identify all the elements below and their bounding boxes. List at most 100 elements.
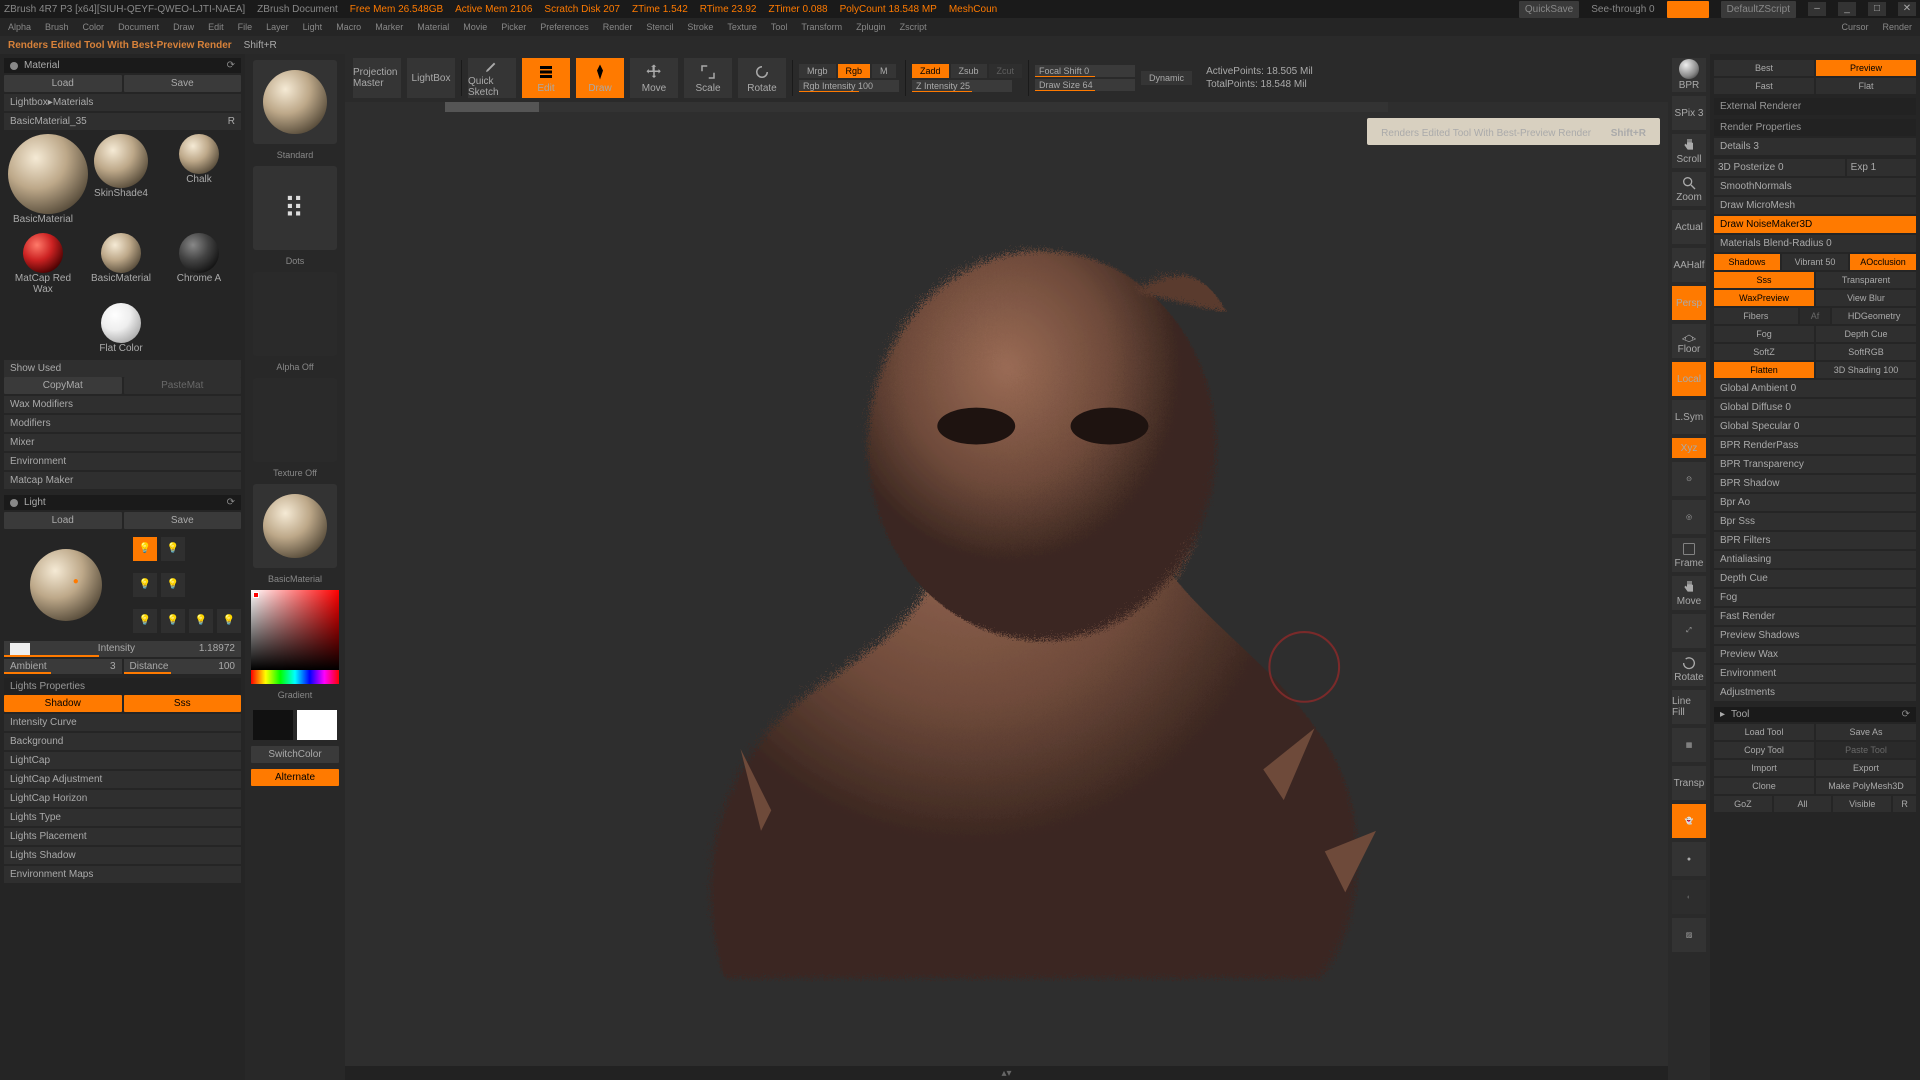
zadd-button[interactable]: Zadd (912, 64, 949, 78)
make-polymesh-button[interactable]: Make PolyMesh3D (1816, 778, 1916, 794)
lights-properties-header[interactable]: Lights Properties (4, 678, 241, 695)
micromesh-toggle[interactable]: Draw MicroMesh (1714, 197, 1916, 214)
close-icon[interactable]: ✕ (1898, 2, 1916, 16)
stroke-thumb[interactable]: ⠿ (253, 166, 337, 250)
menu-file[interactable]: File (238, 22, 253, 32)
z-intensity-slider[interactable]: Z Intensity 25 (912, 80, 1012, 92)
section-environment[interactable]: Environment (4, 453, 241, 470)
section-bpr-ao[interactable]: Bpr Ao (1714, 494, 1916, 511)
sss-toggle[interactable]: Sss (1714, 272, 1814, 288)
section-environment-maps[interactable]: Environment Maps (4, 866, 241, 883)
gradient-label[interactable]: Gradient (278, 690, 313, 700)
section-antialiasing[interactable]: Antialiasing (1714, 551, 1916, 568)
section-preview-shadows[interactable]: Preview Shadows (1714, 627, 1916, 644)
linefill-button[interactable]: Line Fill (1672, 690, 1706, 724)
copy-tool-button[interactable]: Copy Tool (1714, 742, 1814, 758)
zsub-button[interactable]: Zsub (951, 64, 987, 78)
tool-panel-header[interactable]: ▸ Tool ⟳ (1714, 707, 1916, 722)
scale-button[interactable]: ⤢ (1672, 614, 1706, 648)
actual-button[interactable]: Actual (1672, 210, 1706, 244)
fibers-toggle[interactable]: Fibers (1714, 308, 1798, 324)
render-properties[interactable]: Render Properties (1714, 119, 1916, 136)
details-slider[interactable]: Details 3 (1714, 138, 1916, 155)
dynamic-button[interactable]: ◐ (1672, 880, 1706, 914)
menu-preferences[interactable]: Preferences (540, 22, 589, 32)
light-load-button[interactable]: Load (4, 512, 122, 529)
section-environment[interactable]: Environment (1714, 665, 1916, 682)
noisemaker-toggle[interactable]: Draw NoiseMaker3D (1714, 216, 1916, 233)
light-8-toggle[interactable]: 💡 (217, 609, 241, 633)
light-4-toggle[interactable]: 💡 (161, 573, 185, 597)
draw-mode-button[interactable]: Draw (576, 58, 624, 98)
menu-marker[interactable]: Marker (375, 22, 403, 32)
pastemat-button[interactable]: PasteMat (124, 377, 242, 394)
minimize-icon[interactable]: _ (1838, 2, 1856, 16)
external-renderer[interactable]: External Renderer (1714, 98, 1916, 115)
color-picker[interactable] (251, 590, 339, 684)
light-5-toggle[interactable]: 💡 (133, 609, 157, 633)
primary-color-swatch[interactable] (297, 710, 337, 740)
shadows-toggle[interactable]: Shadows (1714, 254, 1780, 270)
section-wax-modifiers[interactable]: Wax Modifiers (4, 396, 241, 413)
menu-layer[interactable]: Layer (266, 22, 289, 32)
preview-button[interactable]: Preview (1816, 60, 1916, 76)
section-preview-wax[interactable]: Preview Wax (1714, 646, 1916, 663)
menus-toggle[interactable]: Menus (1667, 1, 1709, 18)
paste-tool-button[interactable]: Paste Tool (1816, 742, 1916, 758)
save-as-button[interactable]: Save As (1816, 724, 1916, 740)
rotate-mode-button[interactable]: Rotate (738, 58, 786, 98)
viewblur-toggle[interactable]: View Blur (1816, 290, 1916, 306)
pin-icon[interactable] (10, 62, 18, 70)
aocclusion-toggle[interactable]: AOcclusion (1850, 254, 1916, 270)
local-button[interactable]: Local (1672, 362, 1706, 396)
material-swatch[interactable]: Chalk (164, 134, 234, 225)
persp-button[interactable]: Persp (1672, 286, 1706, 320)
load-tool-button[interactable]: Load Tool (1714, 724, 1814, 740)
light-1-toggle[interactable]: 💡 (133, 537, 157, 561)
menu-zplugin[interactable]: Zplugin (856, 22, 886, 32)
right-render[interactable]: Render (1882, 22, 1912, 32)
hdgeo-toggle[interactable]: HDGeometry (1832, 308, 1916, 324)
goz-r-button[interactable]: R (1893, 796, 1916, 812)
draw-size-slider[interactable]: Draw Size 64 (1035, 79, 1135, 91)
menu-color[interactable]: Color (83, 22, 105, 32)
pin-icon[interactable] (10, 499, 18, 507)
export-button[interactable]: Export (1816, 760, 1916, 776)
fog-toggle[interactable]: Fog (1714, 326, 1814, 342)
light-save-button[interactable]: Save (124, 512, 242, 529)
exp-slider[interactable]: Exp 1 (1847, 159, 1916, 176)
transparent-toggle[interactable]: Transparent (1816, 272, 1916, 288)
lightbox-button[interactable]: LightBox (407, 58, 455, 98)
goz-visible-button[interactable]: Visible (1833, 796, 1891, 812)
section-adjustments[interactable]: Adjustments (1714, 684, 1916, 701)
distance-slider[interactable]: Distance100 (124, 659, 242, 674)
material-swatch[interactable]: BasicMaterial (86, 233, 156, 295)
move-button[interactable]: Move (1672, 576, 1706, 610)
menu-edit[interactable]: Edit (208, 22, 224, 32)
solo-button[interactable]: ● (1672, 842, 1706, 876)
light-2-toggle[interactable]: 💡 (161, 537, 185, 561)
hue-strip[interactable] (251, 670, 339, 684)
light-preview-sphere[interactable]: ● (30, 549, 102, 621)
intensity-curve-button[interactable]: Intensity Curve (4, 714, 241, 731)
section-lights-placement[interactable]: Lights Placement (4, 828, 241, 845)
move-mode-button[interactable]: Move (630, 58, 678, 98)
rotate-button[interactable]: Rotate (1672, 652, 1706, 686)
section-lightcap-horizon[interactable]: LightCap Horizon (4, 790, 241, 807)
material-swatch[interactable]: MatCap Red Wax (8, 233, 78, 295)
polyf-button[interactable]: ▨ (1672, 918, 1706, 952)
canvas-h-scrollbar[interactable] (445, 102, 1388, 112)
switchcolor-button[interactable]: SwitchColor (251, 746, 339, 763)
blend-radius-slider[interactable]: Materials Blend-Radius 0 (1714, 235, 1916, 252)
quicksave-button[interactable]: QuickSave (1519, 1, 1579, 18)
menu-material[interactable]: Material (417, 22, 449, 32)
menu-render[interactable]: Render (603, 22, 633, 32)
rgb-intensity-slider[interactable]: Rgb Intensity 100 (799, 80, 899, 92)
viewport[interactable]: Renders Edited Tool With Best-Preview Re… (345, 112, 1668, 1066)
fast-button[interactable]: Fast (1714, 78, 1814, 94)
transp-button[interactable]: Transp (1672, 766, 1706, 800)
spix-slider[interactable]: SPix 3 (1672, 96, 1706, 130)
alpha-thumb[interactable] (253, 272, 337, 356)
focal-shift-slider[interactable]: Focal Shift 0 (1035, 65, 1135, 77)
section-depthcue[interactable]: Depth Cue (1714, 570, 1916, 587)
